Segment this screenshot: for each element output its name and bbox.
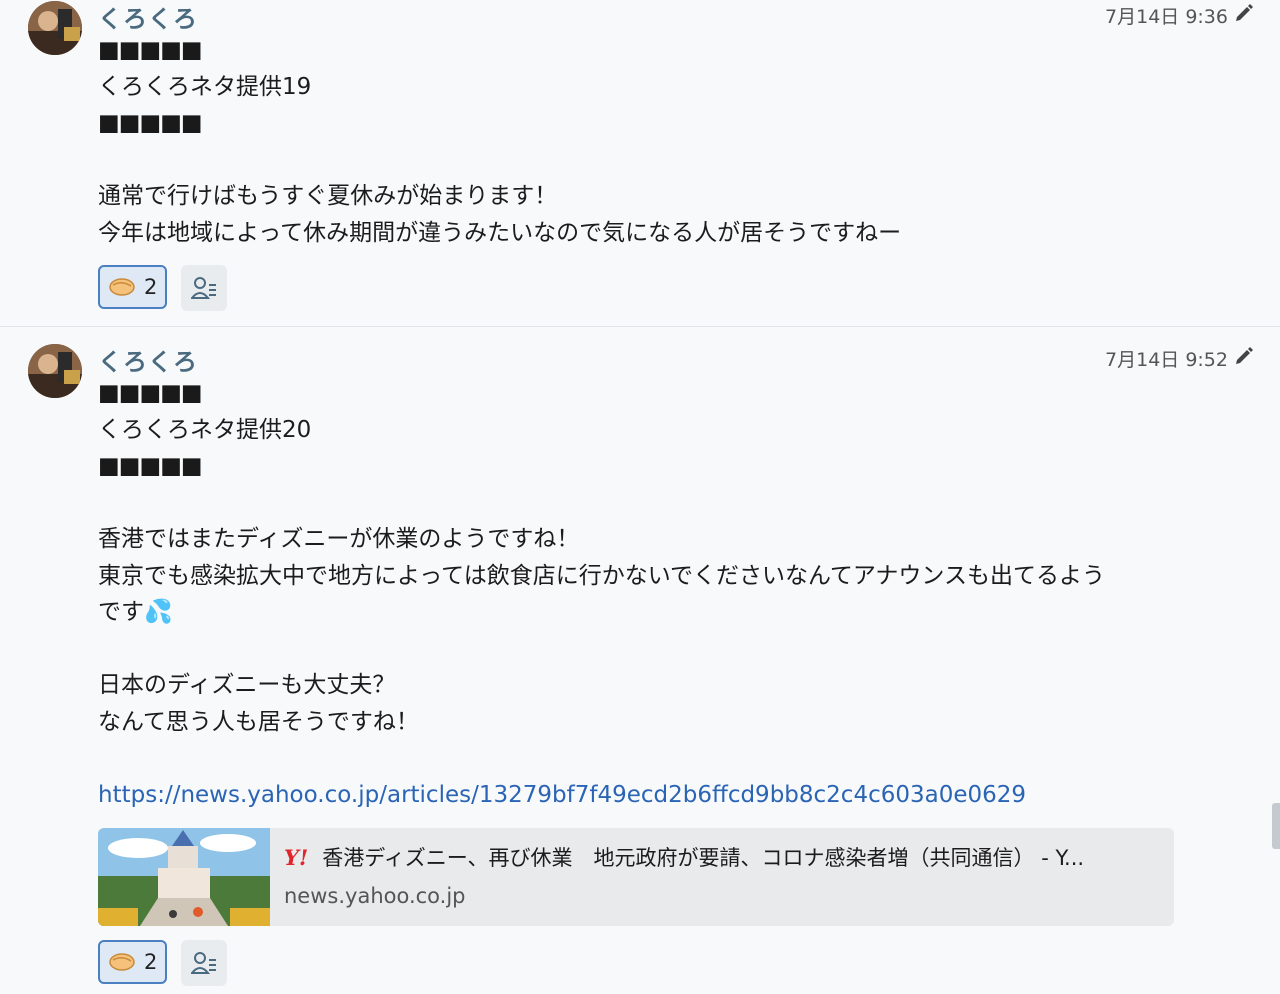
reaction-bar: 2 xyxy=(98,265,228,311)
message-body: ■■■■■ くろくろネタ提供20 ■■■■■ 香港ではまたディズニーが休業のよう… xyxy=(98,375,1178,813)
message-text-line: 今年は地域によって休み期間が違うみたいなので気になる人が居そうですねー xyxy=(98,219,902,246)
preview-thumbnail xyxy=(98,828,270,926)
message-text-line: です💦 xyxy=(98,599,173,625)
handshake-emoji-icon xyxy=(109,278,135,296)
avatar[interactable] xyxy=(28,1,82,55)
pencil-icon[interactable] xyxy=(1234,3,1254,23)
user-list-icon xyxy=(191,952,217,974)
redacted-text: ■■■■■ xyxy=(98,110,203,136)
redacted-text: ■■■■■ xyxy=(98,380,203,406)
message-text-line: 香港ではまたディズニーが休業のようですね！ xyxy=(98,526,580,552)
message-text-line: 東京でも感染拡大中で地方によっては飲食店に行かないでくださいなんてアナウンスも出… xyxy=(98,562,1105,589)
preview-title[interactable]: Y! 香港ディズニー、再び休業 地元政府が要請、コロナ感染者増（共同通信） - Y… xyxy=(284,842,1154,872)
message-text-line: なんて思う人も居そうですね！ xyxy=(98,708,419,735)
reaction-users-button[interactable] xyxy=(181,265,228,311)
reaction-count: 2 xyxy=(144,275,158,299)
redacted-text: ■■■■■ xyxy=(98,37,203,63)
message-title: くろくろネタ提供19 xyxy=(98,73,312,100)
message-2: くろくろ 7月14日 9:52 ■■■■■ くろくろネタ提供20 ■■■■■ 香… xyxy=(0,327,1280,994)
reaction-count: 2 xyxy=(144,950,158,974)
message-body: ■■■■■ くろくろネタ提供19 ■■■■■ 通常で行けばもうすぐ夏休みが始まり… xyxy=(98,32,1178,251)
message-1: くろくろ 7月14日 9:36 ■■■■■ くろくろネタ提供19 ■■■■■ 通… xyxy=(0,0,1280,326)
article-link[interactable]: https://news.yahoo.co.jp/articles/13279b… xyxy=(98,777,1178,814)
link-preview-card[interactable]: Y! 香港ディズニー、再び休業 地元政府が要請、コロナ感染者増（共同通信） - Y… xyxy=(98,828,1174,926)
user-list-icon xyxy=(191,277,217,299)
yahoo-logo: Y! xyxy=(284,845,309,870)
redacted-text: ■■■■■ xyxy=(98,453,203,479)
message-text-line: 日本のディズニーも大丈夫？ xyxy=(98,672,396,698)
message-timestamp[interactable]: 7月14日 9:36 xyxy=(1105,2,1228,29)
preview-title-text: 香港ディズニー、再び休業 地元政府が要請、コロナ感染者増（共同通信） - Y..… xyxy=(322,846,1085,870)
author-name[interactable]: くろくろ xyxy=(98,342,198,377)
avatar[interactable] xyxy=(28,344,82,398)
reaction-button[interactable]: 2 xyxy=(98,940,168,984)
message-title: くろくろネタ提供20 xyxy=(98,416,312,443)
scrollbar-handle[interactable] xyxy=(1272,803,1280,849)
message-timestamp[interactable]: 7月14日 9:52 xyxy=(1105,345,1228,372)
reaction-bar: 2 xyxy=(98,940,228,986)
reaction-users-button[interactable] xyxy=(181,940,228,986)
pencil-icon[interactable] xyxy=(1234,346,1254,366)
reaction-button[interactable]: 2 xyxy=(98,265,168,309)
author-name[interactable]: くろくろ xyxy=(98,0,198,34)
preview-domain: news.yahoo.co.jp xyxy=(284,884,466,908)
handshake-emoji-icon xyxy=(109,953,135,971)
message-text-line: 通常で行けばもうすぐ夏休みが始まります！ xyxy=(98,183,558,209)
